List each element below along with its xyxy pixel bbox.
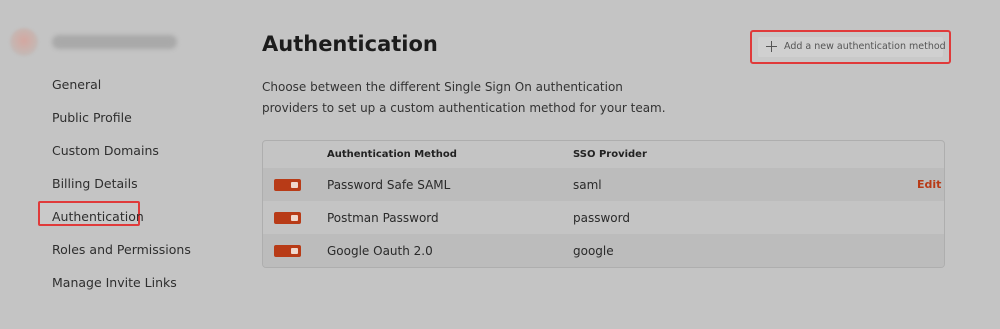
- add-authentication-method-button[interactable]: Add a new authentication method: [750, 30, 951, 64]
- sidebar-item-label: Public Profile: [52, 110, 132, 125]
- sidebar-item-label: Authentication: [52, 209, 144, 224]
- sidebar-item-manage-invite-links[interactable]: Manage Invite Links: [38, 268, 238, 301]
- team-name-blurred: [52, 35, 177, 49]
- provider-name: password: [573, 211, 630, 225]
- sidebar: General Public Profile Custom Domains Bi…: [0, 0, 230, 329]
- toggle-knob: [291, 215, 298, 221]
- toggle-knob: [291, 248, 298, 254]
- sidebar-item-authentication[interactable]: Authentication: [38, 201, 238, 235]
- sidebar-item-public-profile[interactable]: Public Profile: [38, 103, 238, 136]
- sidebar-item-label: Roles and Permissions: [52, 242, 191, 257]
- plus-icon: [766, 41, 777, 52]
- table-row: Password Safe SAML saml Edit: [263, 168, 944, 201]
- sidebar-item-billing-details[interactable]: Billing Details: [38, 169, 238, 202]
- sidebar-item-label: Manage Invite Links: [52, 275, 177, 290]
- sidebar-item-label: Billing Details: [52, 176, 138, 191]
- provider-name: saml: [573, 178, 602, 192]
- table-row: Google Oauth 2.0 google: [263, 234, 944, 267]
- sidebar-item-roles-and-permissions[interactable]: Roles and Permissions: [38, 235, 238, 268]
- table-header: Authentication Method SSO Provider: [263, 141, 944, 168]
- add-button-label: Add a new authentication method: [784, 41, 946, 52]
- toggle-knob: [291, 182, 298, 188]
- team-header[interactable]: [10, 28, 180, 56]
- team-avatar: [10, 28, 38, 56]
- auth-methods-table: Authentication Method SSO Provider Passw…: [262, 140, 945, 268]
- table-row: Postman Password password: [263, 201, 944, 234]
- edit-link[interactable]: Edit: [917, 178, 941, 191]
- page-title: Authentication: [262, 32, 438, 56]
- sidebar-item-custom-domains[interactable]: Custom Domains: [38, 136, 238, 169]
- enabled-toggle[interactable]: [274, 179, 301, 191]
- settings-nav: General Public Profile Custom Domains Bi…: [38, 70, 238, 301]
- sidebar-item-general[interactable]: General: [38, 70, 238, 103]
- column-header-provider: SSO Provider: [573, 149, 647, 160]
- enabled-toggle[interactable]: [274, 245, 301, 257]
- provider-name: google: [573, 244, 614, 258]
- column-header-method: Authentication Method: [327, 149, 457, 160]
- method-name: Google Oauth 2.0: [327, 244, 433, 258]
- method-name: Password Safe SAML: [327, 178, 451, 192]
- page-description: Choose between the different Single Sign…: [262, 80, 666, 115]
- enabled-toggle[interactable]: [274, 212, 301, 224]
- method-name: Postman Password: [327, 211, 439, 225]
- sidebar-item-label: General: [52, 77, 102, 92]
- sidebar-item-label: Custom Domains: [52, 143, 159, 158]
